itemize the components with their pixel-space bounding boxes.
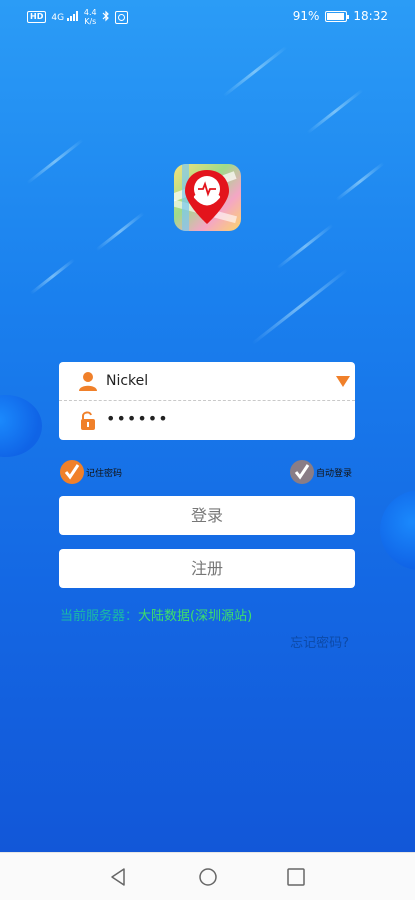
forgot-password-link[interactable]: 忘记密码?	[290, 632, 349, 651]
decor-streak	[251, 268, 349, 345]
username-field[interactable]: Nickel	[59, 362, 355, 401]
decor-streak	[26, 138, 84, 185]
app-logo	[174, 164, 241, 231]
lock-icon	[81, 411, 95, 430]
check-icon[interactable]	[60, 460, 84, 484]
auto-login-label: 自动登录	[316, 468, 353, 479]
password-value[interactable]: ••••••	[106, 409, 169, 428]
decor-streak	[29, 258, 76, 295]
decor-streak	[276, 223, 334, 270]
network-speed: 4.4 K/s	[84, 8, 97, 26]
speed-unit: K/s	[84, 17, 97, 26]
home-icon[interactable]	[198, 867, 218, 887]
recent-apps-icon[interactable]	[286, 867, 306, 887]
decor-bubble	[0, 395, 42, 457]
decor-streak	[95, 211, 145, 252]
register-button[interactable]: 注册	[59, 549, 355, 588]
server-label: 当前服务器：	[60, 609, 139, 624]
network-type: 4G	[51, 13, 65, 23]
decor-streak	[306, 88, 364, 135]
dropdown-arrow-icon[interactable]	[336, 376, 350, 387]
battery-percent: 91%	[292, 9, 320, 23]
login-button[interactable]: 登录	[59, 496, 355, 535]
login-form: Nickel ••••••	[59, 362, 355, 440]
battery-icon	[325, 10, 350, 22]
decor-streak	[335, 161, 385, 202]
signal-indicator: 4G	[51, 11, 79, 23]
clock: 18:32	[353, 9, 388, 23]
user-icon	[79, 372, 97, 391]
auto-login-checkbox[interactable]: 自动登录	[290, 460, 352, 484]
check-icon[interactable]	[290, 460, 314, 484]
remember-password-checkbox[interactable]: 记住密码	[60, 460, 122, 484]
navigation-bar	[0, 852, 415, 900]
hd-badge: HD	[27, 11, 47, 23]
back-icon[interactable]	[109, 867, 129, 887]
decor-streak	[222, 45, 288, 98]
decor-bubble	[380, 490, 415, 570]
server-info[interactable]: 当前服务器：大陆数据(深圳源站)	[60, 605, 252, 624]
signal-icon	[66, 11, 78, 21]
app-notification-icon	[114, 10, 128, 24]
login-screen: HD 4G 4.4 K/s 91% 18:32 Nickel •••••• 记住…	[0, 0, 415, 852]
password-field[interactable]: ••••••	[59, 401, 355, 440]
battery-fill	[327, 12, 344, 20]
bluetooth-icon	[102, 10, 110, 25]
status-bar: HD 4G 4.4 K/s 91% 18:32	[0, 0, 415, 34]
server-value[interactable]: 大陆数据(深圳源站)	[138, 609, 252, 624]
speed-value: 4.4	[83, 8, 97, 17]
remember-password-label: 记住密码	[86, 468, 123, 479]
username-value[interactable]: Nickel	[106, 373, 148, 389]
